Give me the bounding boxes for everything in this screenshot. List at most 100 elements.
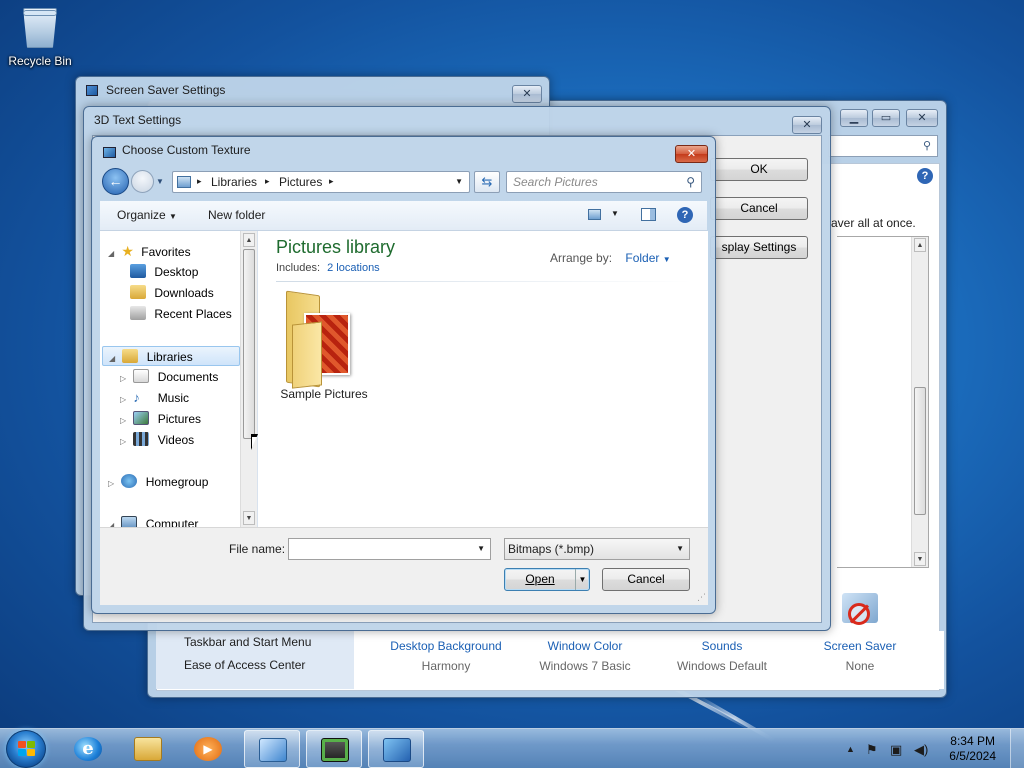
file-selection-area: File name: ▼ Bitmaps (*.bmp) ▼ Open ▼ Ca… [100, 527, 708, 605]
breadcrumb-libraries[interactable]: Libraries [211, 175, 257, 189]
nav-libraries-label: Libraries [146, 350, 193, 364]
file-type-select[interactable]: Bitmaps (*.bmp) ▼ [504, 538, 690, 560]
dialog-title: Choose Custom Texture [122, 143, 251, 157]
collapse-icon: ▷ [120, 374, 127, 383]
back-button[interactable]: ← [102, 168, 129, 195]
sidebar: Taskbar and Start Menu Ease of Access Ce… [156, 631, 354, 689]
content-pane[interactable]: Pictures library Includes: 2 locations A… [258, 231, 708, 527]
taskbar-screen-saver-settings[interactable] [306, 730, 362, 768]
open-dropdown-icon[interactable]: ▼ [575, 569, 589, 590]
refresh-button[interactable]: ⇆ [474, 171, 500, 193]
file-type-value: Bitmaps (*.bmp) [508, 542, 595, 556]
window-title: 3D Text Settings [94, 113, 182, 127]
display-settings-button[interactable]: splay Settings [710, 236, 808, 259]
theme-list-scrollbar[interactable]: ▲ ▼ [911, 237, 928, 567]
sample-pictures-folder[interactable]: Sample Pictures [274, 289, 374, 401]
music-icon: ♪ [133, 390, 140, 405]
open-button[interactable]: Open ▼ [504, 568, 590, 591]
close-button[interactable]: ✕ [906, 109, 938, 127]
sidebar-link-ease-of-access[interactable]: Ease of Access Center [184, 658, 305, 672]
taskbar-control-panel[interactable] [244, 730, 300, 768]
documents-icon [133, 369, 150, 383]
arrange-by-dropdown[interactable]: Folder ▼ [625, 251, 670, 265]
nav-favorites[interactable]: ◢ ★ Favorites [108, 241, 191, 261]
sounds-label: Sounds [701, 639, 743, 653]
close-button[interactable]: ✕ [512, 85, 542, 103]
nav-homegroup[interactable]: ▷ Homegroup [108, 472, 208, 492]
taskbar-3d-text[interactable] [368, 730, 424, 768]
clock[interactable]: 8:34 PM 6/5/2024 [949, 734, 996, 764]
view-options-icon[interactable]: ▼ [611, 209, 619, 218]
nav-item-desktop[interactable]: Desktop [130, 262, 198, 282]
nav-item-music[interactable]: ▷ ♪ Music [120, 388, 189, 408]
taskbar-media-player[interactable]: ▶ [180, 730, 236, 768]
nav-item-documents[interactable]: ▷ Documents [120, 367, 218, 387]
scroll-down-arrow[interactable]: ▼ [914, 552, 926, 566]
forward-button[interactable] [131, 170, 154, 193]
change-view-icon[interactable] [588, 209, 601, 220]
screen-saver-link[interactable]: Screen Saver None [790, 639, 930, 673]
organize-button[interactable]: Organize ▼ [117, 208, 177, 222]
nav-libraries[interactable]: ◢ Libraries [102, 346, 240, 366]
scroll-thumb[interactable] [914, 387, 926, 515]
resize-grip-icon[interactable]: ⋰ [697, 592, 706, 603]
search-input[interactable]: ⚲ [828, 135, 938, 157]
homegroup-icon [121, 474, 138, 488]
choose-custom-texture-dialog[interactable]: Choose Custom Texture ✕ ← ▼ ▸ Libraries … [91, 136, 716, 614]
search-input[interactable]: Search Pictures ⚲ [506, 171, 702, 193]
includes-locations-link[interactable]: 2 locations [327, 262, 380, 274]
close-button[interactable]: ✕ [675, 145, 708, 163]
media-player-icon: ▶ [194, 737, 222, 761]
address-dropdown-icon[interactable]: ▼ [455, 177, 463, 186]
network-icon[interactable]: ▣ [890, 742, 902, 758]
show-hidden-icons[interactable]: ▲ [846, 744, 855, 754]
taskbar-windows-explorer[interactable] [120, 730, 176, 768]
organize-label: Organize [117, 208, 166, 222]
taskbar-internet-explorer[interactable]: e [60, 730, 116, 768]
cancel-button[interactable]: Cancel [710, 197, 808, 220]
address-bar[interactable]: ▸ Libraries ▸ Pictures ▸ ▼ [172, 171, 470, 193]
scroll-up-arrow[interactable]: ▲ [914, 238, 926, 252]
cancel-button[interactable]: Cancel [602, 568, 690, 591]
folder-icon [134, 737, 162, 761]
help-icon[interactable]: ? [677, 207, 693, 223]
window-title: Screen Saver Settings [106, 83, 226, 97]
start-button[interactable] [6, 730, 46, 768]
nav-item-downloads[interactable]: Downloads [130, 283, 214, 303]
maximize-button[interactable]: ▭ [872, 109, 900, 127]
nav-item-label: Documents [157, 370, 219, 384]
scroll-thumb[interactable] [243, 249, 255, 439]
preview-pane-icon[interactable] [641, 208, 656, 221]
help-icon[interactable]: ? [917, 168, 933, 184]
chevron-down-icon[interactable]: ▼ [477, 539, 485, 559]
minimize-button[interactable]: ▁ [840, 109, 868, 127]
command-bar: Organize ▼ New folder ▼ ? [100, 201, 707, 231]
navigation-pane[interactable]: ◢ ★ Favorites Desktop Downloads Recent P… [100, 231, 258, 531]
show-desktop-button[interactable] [1010, 729, 1024, 768]
close-button[interactable]: ✕ [792, 116, 822, 134]
nav-item-videos[interactable]: ▷ Videos [120, 430, 194, 450]
expand-icon: ◢ [108, 249, 115, 258]
window-color-link[interactable]: Window Color Windows 7 Basic [515, 639, 655, 673]
scroll-up-arrow[interactable]: ▲ [243, 233, 255, 247]
search-placeholder: Search Pictures [513, 175, 598, 189]
recycle-bin[interactable]: Recycle Bin [4, 4, 76, 68]
nav-item-recent-places[interactable]: Recent Places [130, 304, 232, 324]
recent-locations-icon[interactable]: ▼ [156, 177, 164, 186]
ok-button[interactable]: OK [710, 158, 808, 181]
navigation-scrollbar[interactable]: ▲ ▼ [240, 231, 257, 527]
screen-saver-icon[interactable] [838, 589, 882, 633]
scroll-down-arrow[interactable]: ▼ [243, 511, 255, 525]
desktop-background-link[interactable]: Desktop Background Harmony [376, 639, 516, 673]
theme-list[interactable]: ▲ ▼ [837, 236, 929, 568]
file-name-input[interactable]: ▼ [288, 538, 491, 560]
mouse-cursor-fill [252, 437, 257, 448]
nav-item-label: Pictures [157, 412, 202, 426]
nav-item-pictures[interactable]: ▷ Pictures [120, 409, 201, 429]
volume-icon[interactable]: ◀) [914, 742, 928, 758]
breadcrumb-pictures[interactable]: Pictures [279, 175, 322, 189]
new-folder-button[interactable]: New folder [208, 208, 265, 222]
action-center-flag-icon[interactable]: ⚑ [866, 742, 878, 758]
sidebar-link-taskbar[interactable]: Taskbar and Start Menu [184, 635, 311, 649]
sounds-link[interactable]: Sounds Windows Default [652, 639, 792, 673]
